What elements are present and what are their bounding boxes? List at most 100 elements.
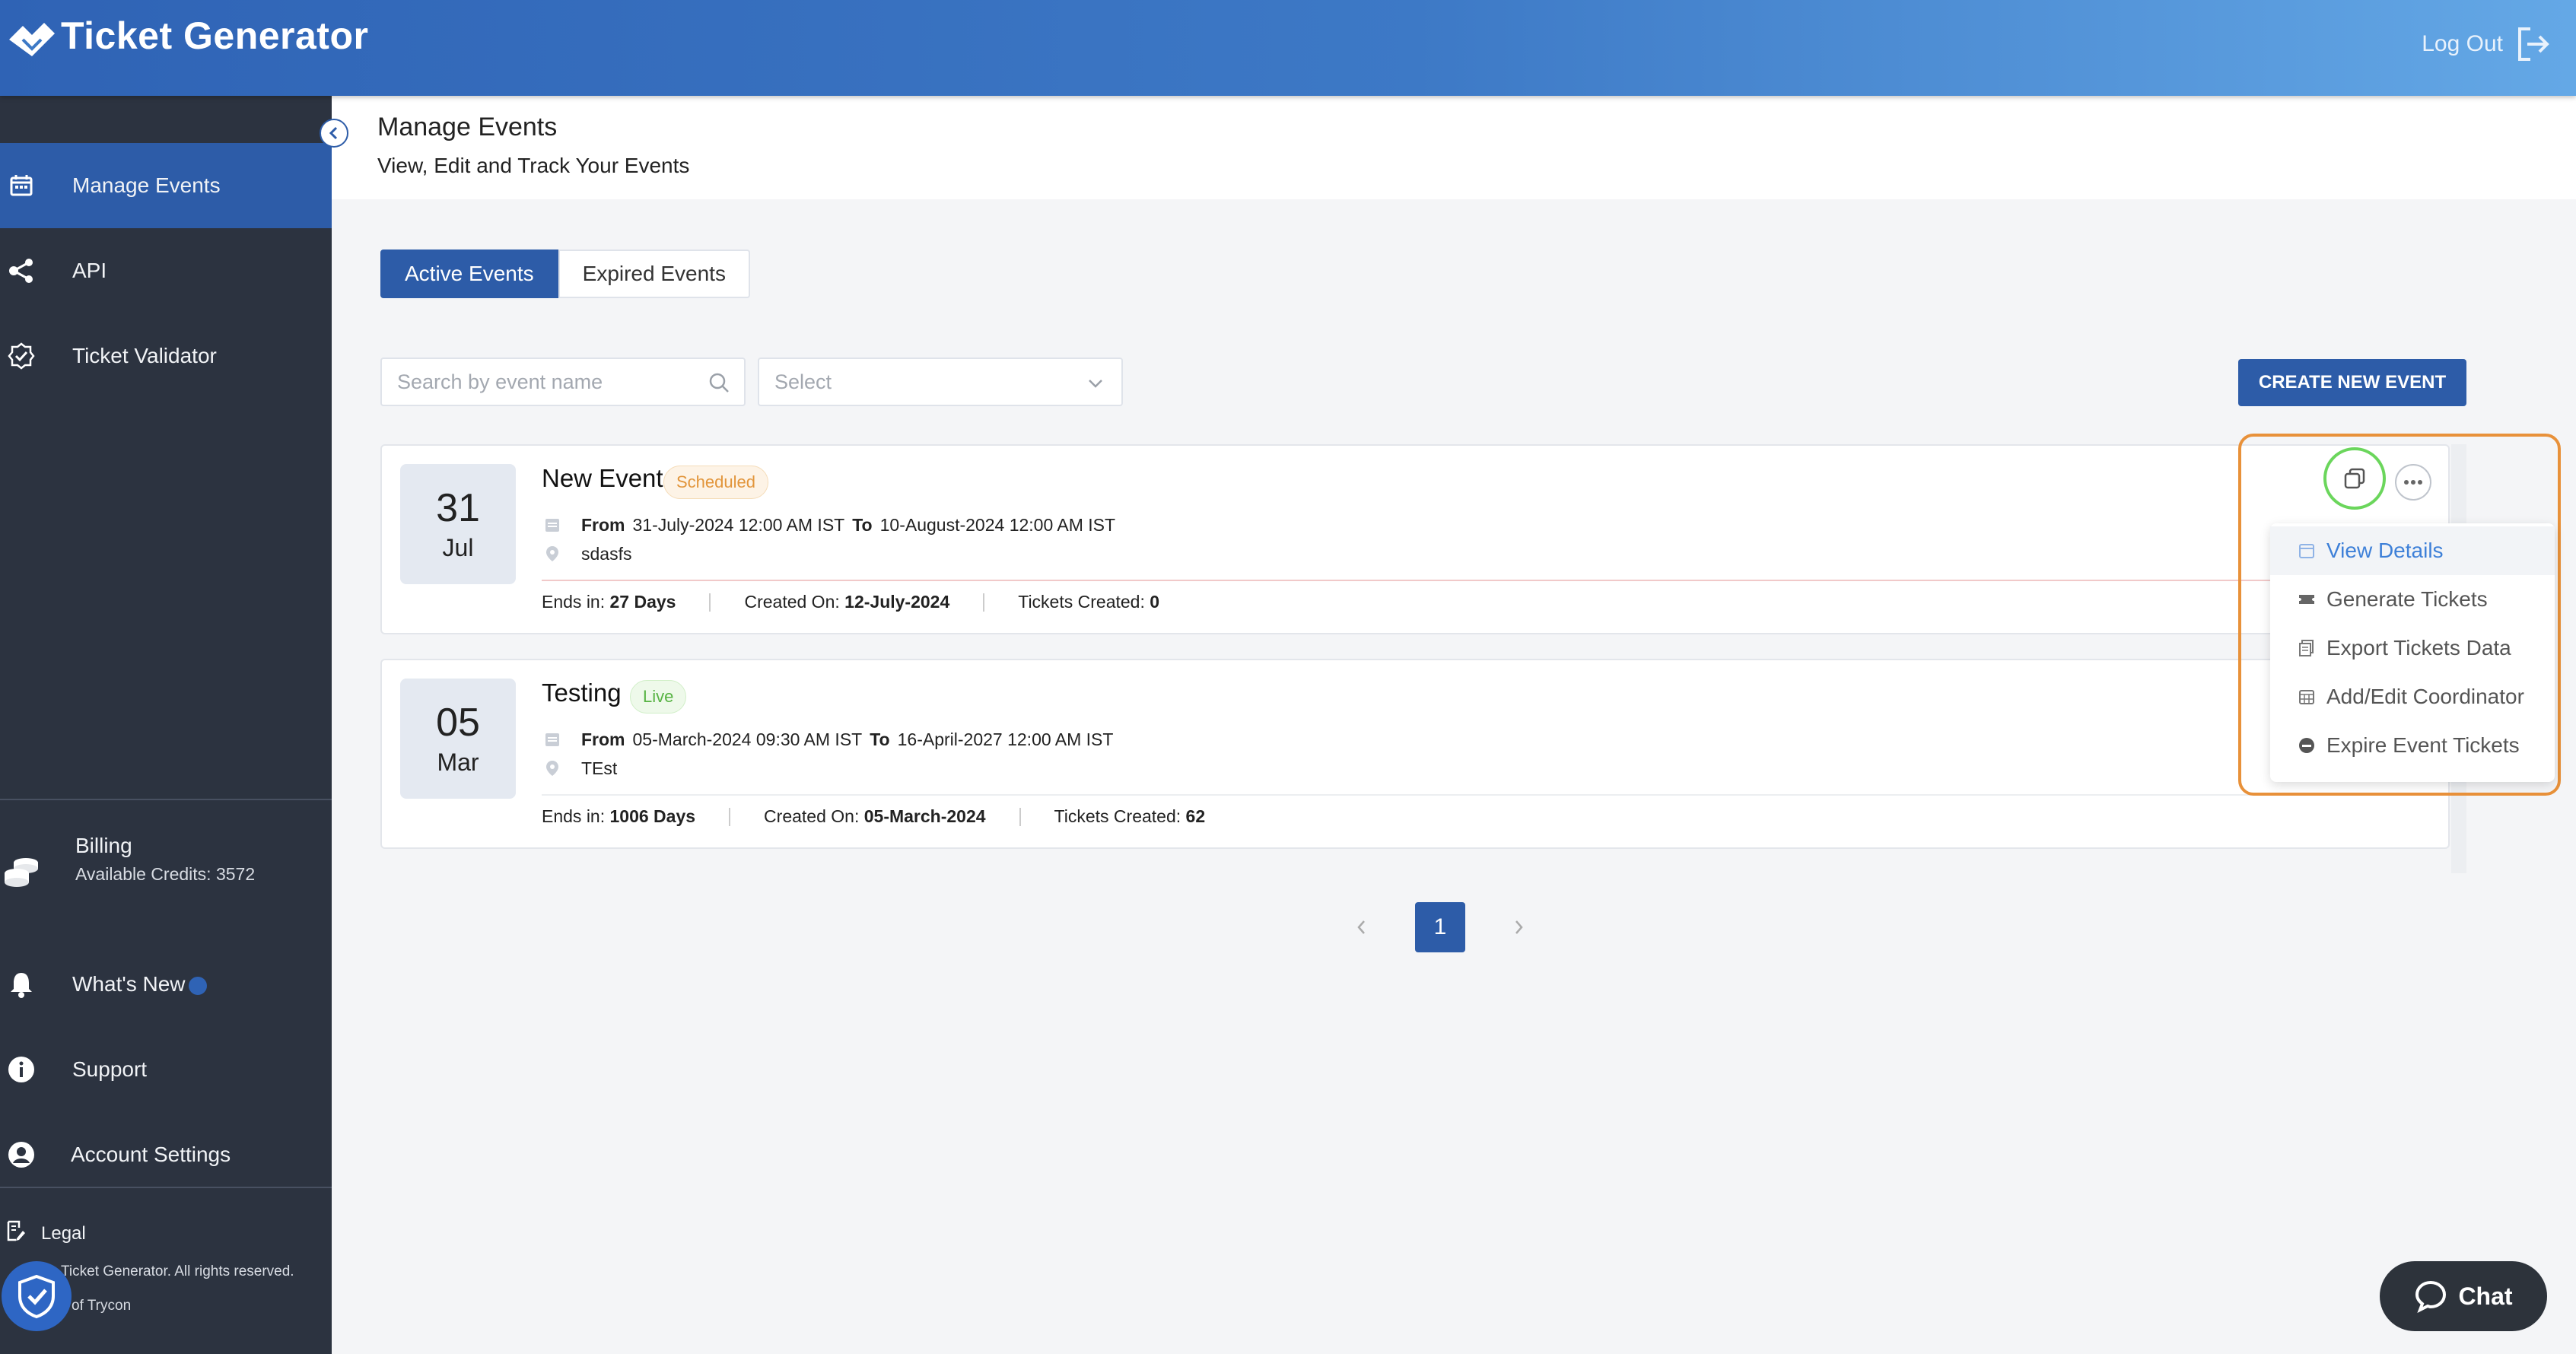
event-location: TEst bbox=[542, 758, 617, 779]
menu-item-label: Add/Edit Coordinator bbox=[2326, 685, 2524, 708]
to-value: 10-August-2024 12:00 AM IST bbox=[879, 514, 1116, 535]
create-new-event-button[interactable]: CREATE NEW EVENT bbox=[2238, 359, 2466, 406]
billing-title: Billing bbox=[75, 834, 132, 857]
sidebar-item-label: Account Settings bbox=[71, 1143, 231, 1166]
menu-item-label: View Details bbox=[2326, 539, 2444, 562]
ticket-icon bbox=[2296, 589, 2317, 610]
sidebar-item-ticket-validator[interactable]: Ticket Validator bbox=[0, 313, 332, 399]
sidebar-item-api[interactable]: API bbox=[0, 228, 332, 313]
created-label: Created On: bbox=[764, 806, 860, 826]
location-value: TEst bbox=[581, 758, 618, 778]
menu-item-expire-event-tickets[interactable]: Expire Event Tickets bbox=[2270, 721, 2555, 770]
page-number[interactable]: 1 bbox=[1415, 902, 1465, 952]
logout-icon bbox=[2518, 27, 2549, 61]
menu-item-view-details[interactable]: View Details bbox=[2270, 526, 2555, 575]
sidebar-item-label: API bbox=[72, 259, 107, 282]
security-badge[interactable] bbox=[2, 1261, 72, 1331]
export-icon bbox=[2296, 637, 2317, 659]
logout-button[interactable]: Log Out bbox=[2422, 24, 2553, 64]
logout-label: Log Out bbox=[2422, 31, 2503, 56]
event-date-box: 05 Mar bbox=[400, 679, 516, 799]
sidebar-item-manage-events[interactable]: Manage Events bbox=[0, 143, 332, 228]
next-page-button[interactable] bbox=[1503, 912, 1534, 942]
collapse-sidebar-button[interactable] bbox=[320, 119, 348, 148]
menu-item-add-edit-coordinator[interactable]: Add/Edit Coordinator bbox=[2270, 672, 2555, 721]
ends-value: 27 Days bbox=[609, 592, 676, 612]
sidebar-item-support[interactable]: Support bbox=[0, 1027, 332, 1112]
ends-value: 1006 Days bbox=[609, 806, 696, 826]
calendar-icon bbox=[542, 514, 563, 536]
whats-new-wrap: What's New bbox=[72, 972, 207, 996]
meta-separator bbox=[729, 807, 731, 826]
more-options-button[interactable] bbox=[2395, 464, 2431, 501]
top-header: Ticket Generator Log Out bbox=[0, 0, 2576, 96]
actions-dropdown-menu: View Details Generate Tickets Export Tic… bbox=[2270, 523, 2555, 782]
search-input[interactable] bbox=[397, 370, 701, 394]
event-date-box: 31 Jul bbox=[400, 464, 516, 584]
event-tabs: Active Events Expired Events bbox=[380, 250, 750, 298]
tickets-value: 62 bbox=[1185, 806, 1206, 826]
prev-page-button[interactable] bbox=[1347, 912, 1377, 942]
copyright-owner: of Trycon bbox=[72, 1298, 132, 1314]
menu-item-generate-tickets[interactable]: Generate Tickets bbox=[2270, 575, 2555, 624]
page-subtitle: View, Edit and Track Your Events bbox=[377, 154, 690, 177]
event-dates: From 31-July-2024 12:00 AM IST To 10-Aug… bbox=[542, 514, 1115, 536]
chevron-right-icon bbox=[1515, 920, 1523, 934]
event-name[interactable]: Testing bbox=[542, 679, 622, 707]
copy-event-button[interactable] bbox=[2323, 447, 2386, 510]
menu-item-label: Generate Tickets bbox=[2326, 587, 2488, 611]
event-day: 05 bbox=[436, 701, 480, 745]
logo-icon bbox=[9, 23, 55, 56]
info-icon bbox=[6, 1054, 37, 1085]
copyright-text: Ticket Generator. All rights reserved. bbox=[61, 1263, 294, 1279]
page-header: Manage Events View, Edit and Track Your … bbox=[332, 96, 2576, 199]
event-meta: Ends in: 1006 Days Created On: 05-March-… bbox=[542, 806, 1205, 827]
sidebar-item-whats-new[interactable]: What's New bbox=[0, 942, 332, 1027]
menu-item-export-tickets[interactable]: Export Tickets Data bbox=[2270, 624, 2555, 672]
legal-link[interactable]: Legal bbox=[6, 1220, 86, 1247]
page-title: Manage Events bbox=[377, 113, 558, 141]
minus-circle-icon bbox=[2296, 735, 2317, 756]
calendar-icon bbox=[542, 729, 563, 750]
created-label: Created On: bbox=[744, 592, 840, 612]
calendar-icon bbox=[6, 170, 37, 201]
event-dates: From 05-March-2024 09:30 AM IST To 16-Ap… bbox=[542, 729, 1113, 750]
status-badge: Live bbox=[630, 680, 687, 714]
chevron-left-icon bbox=[1357, 920, 1365, 934]
location-value: sdasfs bbox=[581, 543, 632, 564]
event-day: 31 bbox=[436, 486, 480, 530]
sidebar-item-label: Ticket Validator bbox=[72, 344, 217, 367]
app-title: Ticket Generator bbox=[61, 14, 369, 57]
calendar-grid-icon bbox=[2296, 686, 2317, 707]
share-nodes-icon bbox=[6, 256, 37, 286]
user-circle-icon bbox=[6, 1139, 37, 1170]
event-card[interactable]: 05 Mar Testing Live From 05-March-2024 0… bbox=[380, 659, 2450, 849]
from-value: 31-July-2024 12:00 AM IST bbox=[632, 514, 845, 535]
tickets-label: Tickets Created: bbox=[1054, 806, 1181, 826]
sidebar-divider bbox=[0, 799, 332, 800]
card-divider bbox=[542, 794, 2428, 796]
card-divider bbox=[542, 580, 2428, 581]
meta-separator bbox=[709, 593, 711, 612]
chat-label: Chat bbox=[2458, 1282, 2513, 1310]
from-label: From bbox=[581, 729, 625, 749]
tab-expired-events[interactable]: Expired Events bbox=[558, 250, 750, 298]
sidebar: Manage Events API Ticket Validator Billi… bbox=[0, 96, 332, 1354]
chevron-left-icon bbox=[329, 126, 338, 140]
event-card[interactable]: 31 Jul New Event Scheduled From 31-July-… bbox=[380, 444, 2450, 634]
chat-button[interactable]: Chat bbox=[2380, 1261, 2547, 1331]
sidebar-item-label: Support bbox=[72, 1057, 148, 1081]
tab-active-events[interactable]: Active Events bbox=[380, 250, 558, 298]
event-name[interactable]: New Event bbox=[542, 464, 663, 493]
status-select[interactable]: Select bbox=[758, 358, 1123, 406]
meta-separator bbox=[983, 593, 985, 612]
menu-item-label: Expire Event Tickets bbox=[2326, 733, 2520, 757]
search-icon bbox=[709, 373, 729, 393]
sidebar-item-account-settings[interactable]: Account Settings bbox=[0, 1112, 332, 1197]
tickets-label: Tickets Created: bbox=[1018, 592, 1145, 612]
billing-credits: Available Credits: 3572 bbox=[75, 864, 256, 884]
chevron-down-icon bbox=[1089, 380, 1102, 388]
sidebar-item-label: What's New bbox=[72, 972, 186, 996]
copy-icon bbox=[2344, 468, 2365, 489]
notification-dot bbox=[188, 976, 207, 995]
